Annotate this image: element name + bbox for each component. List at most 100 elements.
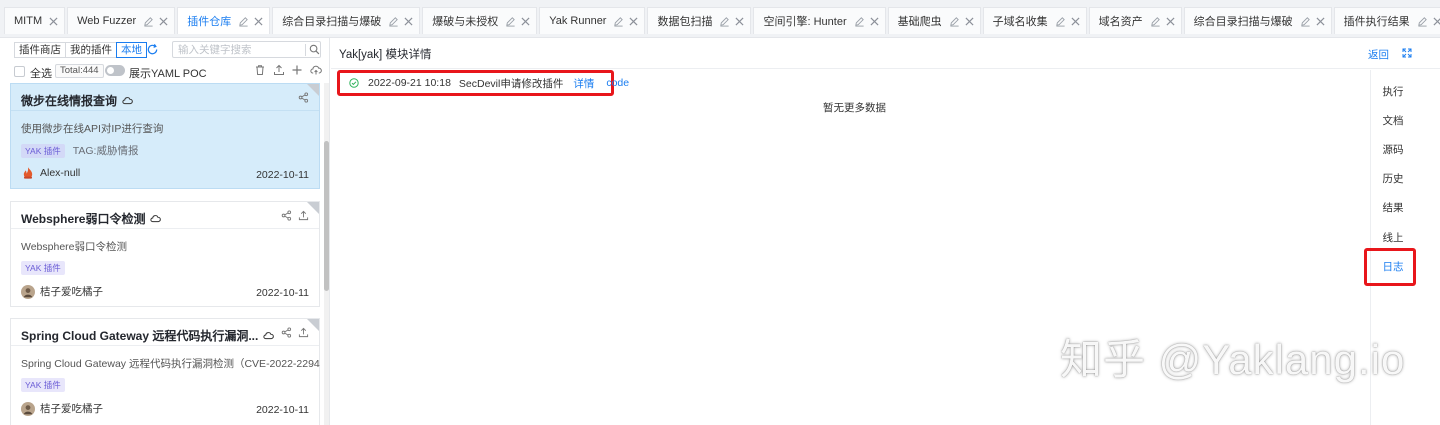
edit-icon[interactable] [388, 16, 399, 27]
card-divider [11, 228, 319, 229]
tab-crawler[interactable]: 基础爬虫 [887, 7, 981, 34]
author-name: Alex-null [40, 167, 81, 179]
edit-icon[interactable] [1150, 16, 1161, 27]
edit-icon[interactable] [1055, 16, 1066, 27]
close-icon[interactable] [1071, 16, 1080, 26]
upload-icon[interactable] [298, 210, 309, 221]
list-scrollbar[interactable] [324, 83, 329, 425]
cloud-icon [150, 214, 162, 223]
close-icon[interactable] [404, 16, 413, 26]
tab-web-fuzzer[interactable]: Web Fuzzer [67, 7, 176, 34]
close-icon[interactable] [965, 16, 974, 26]
tab-domain-assets[interactable]: 域名资产 [1088, 7, 1182, 34]
author-avatar [21, 401, 35, 416]
share-icon[interactable] [281, 327, 292, 338]
tab-dir-scan-2[interactable]: 综合目录扫描与爆破 [1183, 7, 1332, 34]
select-all-label: 全选 [30, 68, 52, 80]
plugin-title[interactable]: Spring Cloud Gateway 远程代码执行漏洞... [21, 327, 275, 344]
segment-plugin-store[interactable]: 插件商店 [14, 42, 66, 58]
tab-mitm[interactable]: MITM [4, 7, 66, 34]
detail-header-divider [331, 68, 1440, 69]
scrollbar-thumb[interactable] [324, 141, 329, 291]
close-icon[interactable] [629, 16, 638, 26]
share-icon[interactable] [281, 210, 292, 221]
search-input[interactable] [178, 43, 296, 56]
side-tab-docs[interactable]: 文档 [1371, 113, 1415, 128]
upload-icon[interactable] [298, 327, 309, 338]
plugin-description: 使用微步在线API对IP进行查询 [21, 123, 164, 135]
select-all-checkbox[interactable] [14, 66, 25, 77]
plugin-author: 桔子爱吃橘子 [21, 284, 103, 299]
plugin-title[interactable]: Websphere弱口令检测 [21, 210, 162, 227]
log-code-link[interactable]: code [606, 77, 629, 89]
tab-dir-scan[interactable]: 综合目录扫描与爆破 [272, 7, 421, 34]
edit-icon[interactable] [1300, 16, 1311, 27]
plugin-date: 2022-10-11 [256, 169, 309, 181]
tab-label: 综合目录扫描与爆破 [282, 16, 382, 28]
author-avatar [21, 166, 35, 180]
side-tab-online[interactable]: 线上 [1371, 230, 1415, 245]
log-detail-link[interactable]: 详情 [573, 76, 594, 91]
close-icon[interactable] [521, 16, 530, 26]
close-icon[interactable] [159, 16, 168, 26]
edit-icon[interactable] [613, 16, 624, 27]
tab-label: 插件执行结果 [1343, 16, 1410, 28]
side-tab-history[interactable]: 历史 [1371, 171, 1415, 186]
edit-icon[interactable] [949, 16, 960, 27]
edit-icon[interactable] [854, 16, 865, 27]
side-tab-execute[interactable]: 执行 [1371, 84, 1415, 99]
yaml-poc-toggle[interactable] [105, 65, 125, 76]
edit-icon[interactable] [719, 16, 730, 27]
card-divider [11, 110, 319, 111]
close-icon[interactable] [49, 16, 58, 26]
share-icon[interactable] [298, 92, 309, 103]
close-icon[interactable] [1166, 16, 1175, 26]
tab-plugin-store[interactable]: 插件仓库 [177, 7, 271, 34]
tab-yak-runner[interactable]: Yak Runner [539, 7, 646, 34]
plugin-extra-tag: TAG:威胁情报 [72, 145, 139, 157]
plugin-author: Alex-null [21, 166, 80, 180]
back-link[interactable]: 返回 [1368, 47, 1389, 62]
list-toolbar: 全选 Total:444 展示YAML POC [14, 64, 324, 80]
side-tab-results[interactable]: 结果 [1371, 200, 1415, 215]
delete-icon[interactable] [254, 64, 266, 76]
tab-packet-scan[interactable]: 数据包扫描 [647, 7, 752, 34]
card-divider [11, 345, 319, 346]
tab-bar: MITM Web Fuzzer 插件仓库 综合目录扫描与爆破 爆破与未授权 Ya… [0, 0, 1440, 38]
tab-plugin-results[interactable]: 插件执行结果 [1333, 7, 1440, 34]
plugin-card[interactable]: Websphere弱口令检测 Websphere弱口令检测 YAK 插件 桔子爱… [10, 201, 320, 307]
edit-icon[interactable] [505, 16, 516, 27]
plugin-title[interactable]: 微步在线情报查询 [21, 92, 133, 109]
plugin-card[interactable]: 微步在线情报查询 使用微步在线API对IP进行查询 YAK 插件 TAG:威胁情… [10, 83, 320, 189]
segment-my-plugins[interactable]: 我的插件 [65, 42, 117, 58]
tab-space-engine[interactable]: 空间引擎: Hunter [753, 7, 886, 34]
author-avatar [21, 284, 35, 299]
tab-label: 插件仓库 [187, 16, 232, 28]
close-icon[interactable] [1433, 16, 1440, 26]
edit-icon[interactable] [1417, 16, 1428, 27]
fullscreen-icon[interactable] [1402, 47, 1412, 58]
author-name: 桔子爱吃橘子 [40, 286, 103, 298]
edit-icon[interactable] [143, 16, 154, 27]
tab-label: 综合目录扫描与爆破 [1193, 16, 1293, 28]
refresh-icon[interactable] [146, 43, 159, 56]
tab-subdomain[interactable]: 子域名收集 [982, 7, 1087, 34]
plugin-title-text: Websphere弱口令检测 [21, 212, 146, 226]
close-icon[interactable] [735, 16, 744, 26]
segment-local[interactable]: 本地 [116, 42, 147, 58]
tab-label: Yak Runner [549, 15, 607, 27]
tab-brute-force[interactable]: 爆破与未授权 [422, 7, 538, 34]
store-segmented-control: 插件商店 我的插件 本地 [14, 42, 147, 58]
close-icon[interactable] [254, 16, 263, 26]
add-icon[interactable] [291, 64, 303, 76]
search-icon[interactable] [309, 44, 320, 55]
side-tab-source[interactable]: 源码 [1371, 142, 1415, 157]
plugin-card[interactable]: Spring Cloud Gateway 远程代码执行漏洞... Spring … [10, 318, 320, 425]
close-icon[interactable] [870, 16, 879, 26]
export-icon[interactable] [273, 64, 285, 76]
cloud-upload-icon[interactable] [310, 64, 322, 76]
tab-label: Web Fuzzer [77, 15, 137, 27]
edit-icon[interactable] [238, 16, 249, 27]
close-icon[interactable] [1316, 16, 1325, 26]
card-actions [275, 210, 309, 221]
